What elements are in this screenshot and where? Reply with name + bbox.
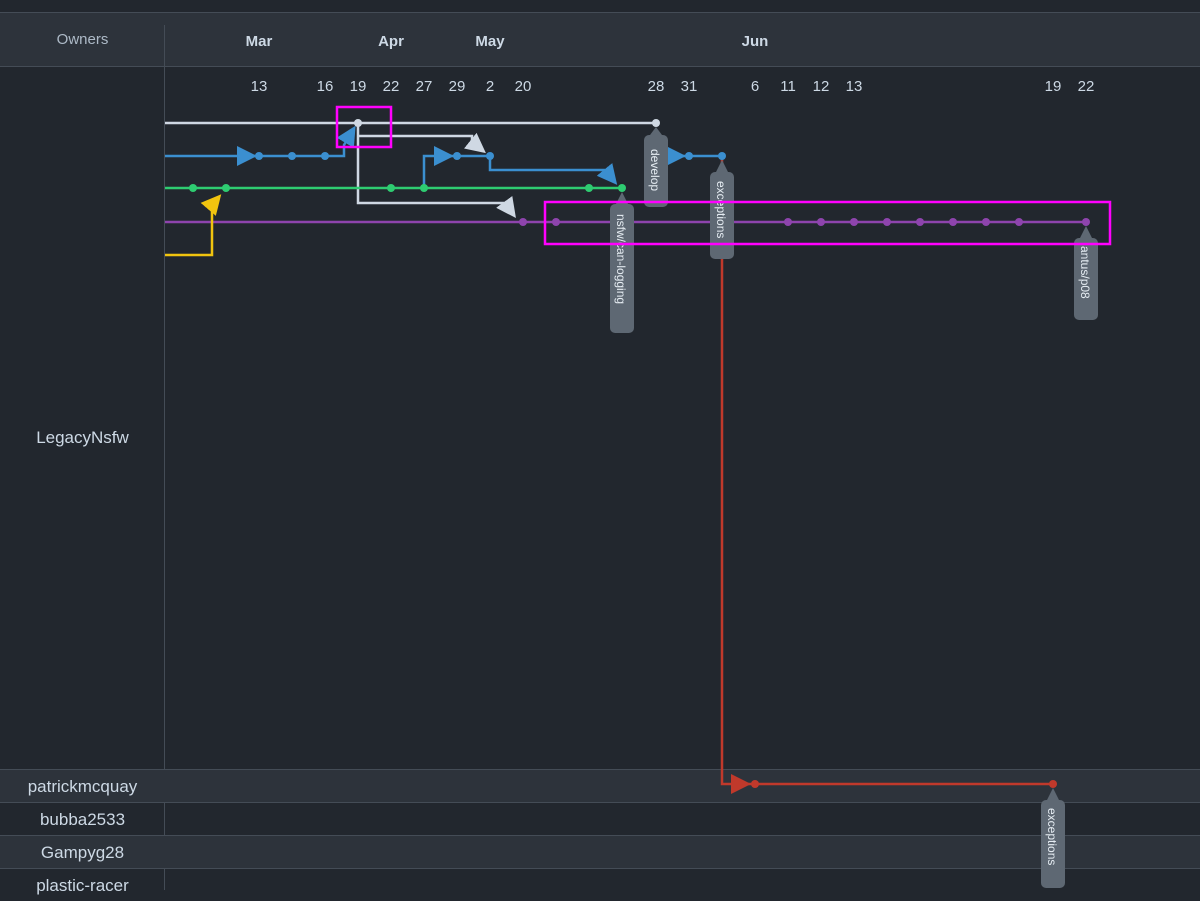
commit-dot	[585, 184, 593, 192]
branch-tag-label: exceptions	[714, 181, 728, 238]
commit-dot	[718, 152, 726, 160]
commit-dot	[652, 119, 660, 127]
commit-dot	[949, 218, 957, 226]
commit-dot	[618, 184, 626, 192]
commit-dot	[751, 780, 759, 788]
commit-dot	[354, 119, 362, 127]
branch-develop-line	[165, 121, 656, 219]
network-graph-view: Owners Mar Apr May Jun 13 16 19 22 27 29…	[0, 0, 1200, 895]
commit-dot	[883, 218, 891, 226]
branch-tag-label: develop	[648, 149, 662, 191]
commit-dot	[321, 152, 329, 160]
commit-dot	[420, 184, 428, 192]
commit-dot	[685, 152, 693, 160]
commit-dot	[453, 152, 461, 160]
commit-graph: develop exceptions nsfw/can-logging antu…	[165, 105, 1112, 888]
branch-tag-develop[interactable]: develop	[644, 127, 668, 207]
commit-dot	[982, 218, 990, 226]
commit-dot	[189, 184, 197, 192]
commit-dot	[1049, 780, 1057, 788]
commit-dot	[916, 218, 924, 226]
branch-tag-antus-p08[interactable]: antus/p08	[1074, 226, 1098, 320]
commit-dot	[817, 218, 825, 226]
commit-dot	[255, 152, 263, 160]
branch-exceptions-line	[720, 156, 1053, 794]
commit-dots	[189, 119, 1090, 788]
commit-dot	[784, 218, 792, 226]
branch-blue-line	[165, 125, 722, 188]
branch-tag-nsfw-can-logging[interactable]: nsfw/can-logging	[610, 192, 634, 333]
branch-tag-label: antus/p08	[1078, 246, 1092, 299]
commit-dot	[519, 218, 527, 226]
branch-tag-exceptions-patrickmcquay[interactable]: exceptions	[1041, 788, 1065, 888]
commit-dot	[552, 218, 560, 226]
commit-dot	[486, 152, 494, 160]
branch-yellow-line	[165, 194, 222, 257]
commit-dot	[387, 184, 395, 192]
branch-tag-label: exceptions	[1045, 808, 1059, 865]
commit-dot	[1015, 218, 1023, 226]
commit-dot	[288, 152, 296, 160]
commit-dot	[1082, 218, 1090, 226]
commit-dot	[222, 184, 230, 192]
commit-dot	[850, 218, 858, 226]
branch-tag-label: nsfw/can-logging	[614, 214, 628, 304]
